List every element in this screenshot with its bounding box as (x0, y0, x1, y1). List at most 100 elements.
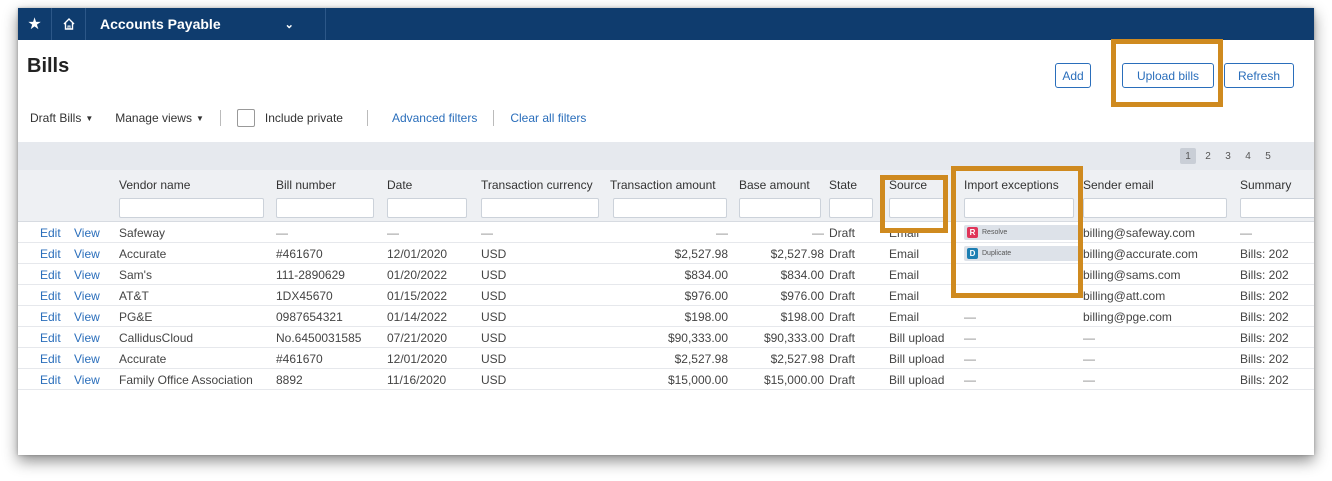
table-row[interactable]: Edit View Safeway — — — — — Draft Email billing@sa… (18, 222, 1314, 243)
refresh-button[interactable]: Refresh (1224, 63, 1294, 88)
summary-filter-input[interactable] (1240, 198, 1314, 218)
import-exception-cell: — (964, 310, 976, 324)
page-button[interactable]: 5 (1260, 148, 1276, 164)
edit-link[interactable]: Edit (40, 352, 61, 366)
manage-views-dropdown[interactable]: Manage views ▼ (115, 111, 204, 125)
edit-link[interactable]: Edit (40, 289, 61, 303)
currency-filter-input[interactable] (481, 198, 599, 218)
bill-number-cell: 8892 (276, 373, 303, 387)
column-header-transaction-amount[interactable]: Transaction amount (610, 178, 716, 192)
summary-cell: Bills: 202 (1240, 289, 1289, 303)
vendor-cell: AT&T (119, 289, 149, 303)
edit-link[interactable]: Edit (40, 247, 61, 261)
page-button[interactable]: 1 (1180, 148, 1196, 164)
table-header-row: Vendor name Bill number Date Transaction… (18, 170, 1314, 222)
base-amount-cell: $976.00 (780, 289, 824, 303)
date-cell: 01/14/2022 (387, 310, 448, 324)
transaction-amount-cell: $15,000.00 (667, 373, 728, 387)
divider (366, 110, 368, 126)
page-button[interactable]: 3 (1220, 148, 1236, 164)
star-icon[interactable]: ★ (18, 8, 52, 40)
source-cell: Email (889, 289, 920, 303)
transaction-amount-filter-input[interactable] (613, 198, 727, 218)
edit-link[interactable]: Edit (40, 226, 61, 240)
bill-number-filter-input[interactable] (276, 198, 374, 218)
add-button[interactable]: Add (1055, 63, 1091, 88)
table-row[interactable]: Edit View PG&E 0987654321 01/14/2022 USD $198.… (18, 306, 1314, 327)
state-cell: Draft (829, 226, 856, 240)
view-link[interactable]: View (74, 289, 100, 303)
date-filter-input[interactable] (387, 198, 467, 218)
transaction-amount-cell: — (716, 226, 728, 240)
bill-number-cell: #461670 (276, 247, 323, 261)
date-cell: 12/01/2020 (387, 352, 448, 366)
column-header-bill-number[interactable]: Bill number (276, 178, 336, 192)
view-link[interactable]: View (74, 373, 100, 387)
column-header-state[interactable]: State (829, 178, 857, 192)
summary-cell: Bills: 202 (1240, 310, 1289, 324)
column-header-vendor[interactable]: Vendor name (119, 178, 190, 192)
view-label: Draft Bills (30, 111, 82, 125)
date-cell: 01/15/2022 (387, 289, 448, 303)
caret-down-icon: ▼ (195, 113, 204, 123)
source-cell: Bill upload (889, 352, 945, 366)
column-header-summary[interactable]: Summary (1240, 178, 1291, 192)
edit-link[interactable]: Edit (40, 373, 61, 387)
state-cell: Draft (829, 310, 856, 324)
bill-number-cell: 1DX45670 (276, 289, 333, 303)
state-cell: Draft (829, 373, 856, 387)
transaction-amount-cell: $90,333.00 (667, 331, 728, 345)
state-filter-input[interactable] (829, 198, 873, 218)
table-row[interactable]: Edit View Sam's 111-2890629 01/20/2022 USD $83… (18, 264, 1314, 285)
vendor-cell: PG&E (119, 310, 153, 324)
column-header-date[interactable]: Date (387, 178, 412, 192)
column-header-currency[interactable]: Transaction currency (481, 178, 593, 192)
transaction-amount-cell: $198.00 (684, 310, 728, 324)
edit-link[interactable]: Edit (40, 268, 61, 282)
view-link[interactable]: View (74, 247, 100, 261)
chevron-down-icon: ⌄ (284, 18, 294, 31)
view-link[interactable]: View (74, 352, 100, 366)
base-amount-cell: $90,333.00 (763, 331, 824, 345)
view-selector[interactable]: Draft Bills ▼ (30, 111, 93, 125)
base-amount-cell: $834.00 (780, 268, 824, 282)
column-header-base-amount[interactable]: Base amount (739, 178, 810, 192)
caret-down-icon: ▼ (85, 113, 94, 123)
page-button[interactable]: 2 (1200, 148, 1216, 164)
page-button[interactable]: 4 (1240, 148, 1256, 164)
source-cell: Email (889, 310, 920, 324)
table-row[interactable]: Edit View AT&T 1DX45670 01/15/2022 USD $976.00… (18, 285, 1314, 306)
bill-number-cell: 0987654321 (276, 310, 343, 324)
view-link[interactable]: View (74, 331, 100, 345)
home-icon[interactable] (52, 8, 86, 40)
include-private-checkbox[interactable] (236, 109, 255, 127)
sender-email-filter-input[interactable] (1083, 198, 1227, 218)
transaction-amount-cell: $2,527.98 (674, 247, 728, 261)
vendor-filter-input[interactable] (119, 198, 264, 218)
view-link[interactable]: View (74, 226, 100, 240)
base-amount-cell: — (812, 226, 824, 240)
base-amount-filter-input[interactable] (739, 198, 821, 218)
upload-highlight-box (1111, 39, 1223, 107)
summary-cell: — (1240, 226, 1252, 240)
view-link[interactable]: View (74, 268, 100, 282)
bill-number-cell: — (276, 226, 288, 240)
bill-number-cell: #461670 (276, 352, 323, 366)
import-exception-cell: — (964, 352, 976, 366)
app-switcher[interactable]: Accounts Payable ⌄ (86, 8, 326, 40)
view-link[interactable]: View (74, 310, 100, 324)
vendor-cell: Family Office Association (119, 373, 253, 387)
table-row[interactable]: Edit View Accurate #461670 12/01/2020 USD $2,5… (18, 348, 1314, 369)
edit-link[interactable]: Edit (40, 310, 61, 324)
date-cell: 12/01/2020 (387, 247, 448, 261)
table-row[interactable]: Edit View Accurate #461670 12/01/2020 USD $2,5… (18, 243, 1314, 264)
currency-cell: USD (481, 373, 507, 387)
table-row[interactable]: Edit View CallidusCloud No.6450031585 07/21/… (18, 327, 1314, 348)
clear-filters-link[interactable]: Clear all filters (510, 111, 586, 125)
summary-cell: Bills: 202 (1240, 268, 1289, 282)
table-row[interactable]: Edit View Family Office Association 8892 11/… (18, 369, 1314, 390)
advanced-filters-link[interactable]: Advanced filters (392, 111, 477, 125)
column-header-sender-email[interactable]: Sender email (1083, 178, 1154, 192)
include-private-toggle[interactable]: Include private (236, 109, 343, 127)
edit-link[interactable]: Edit (40, 331, 61, 345)
